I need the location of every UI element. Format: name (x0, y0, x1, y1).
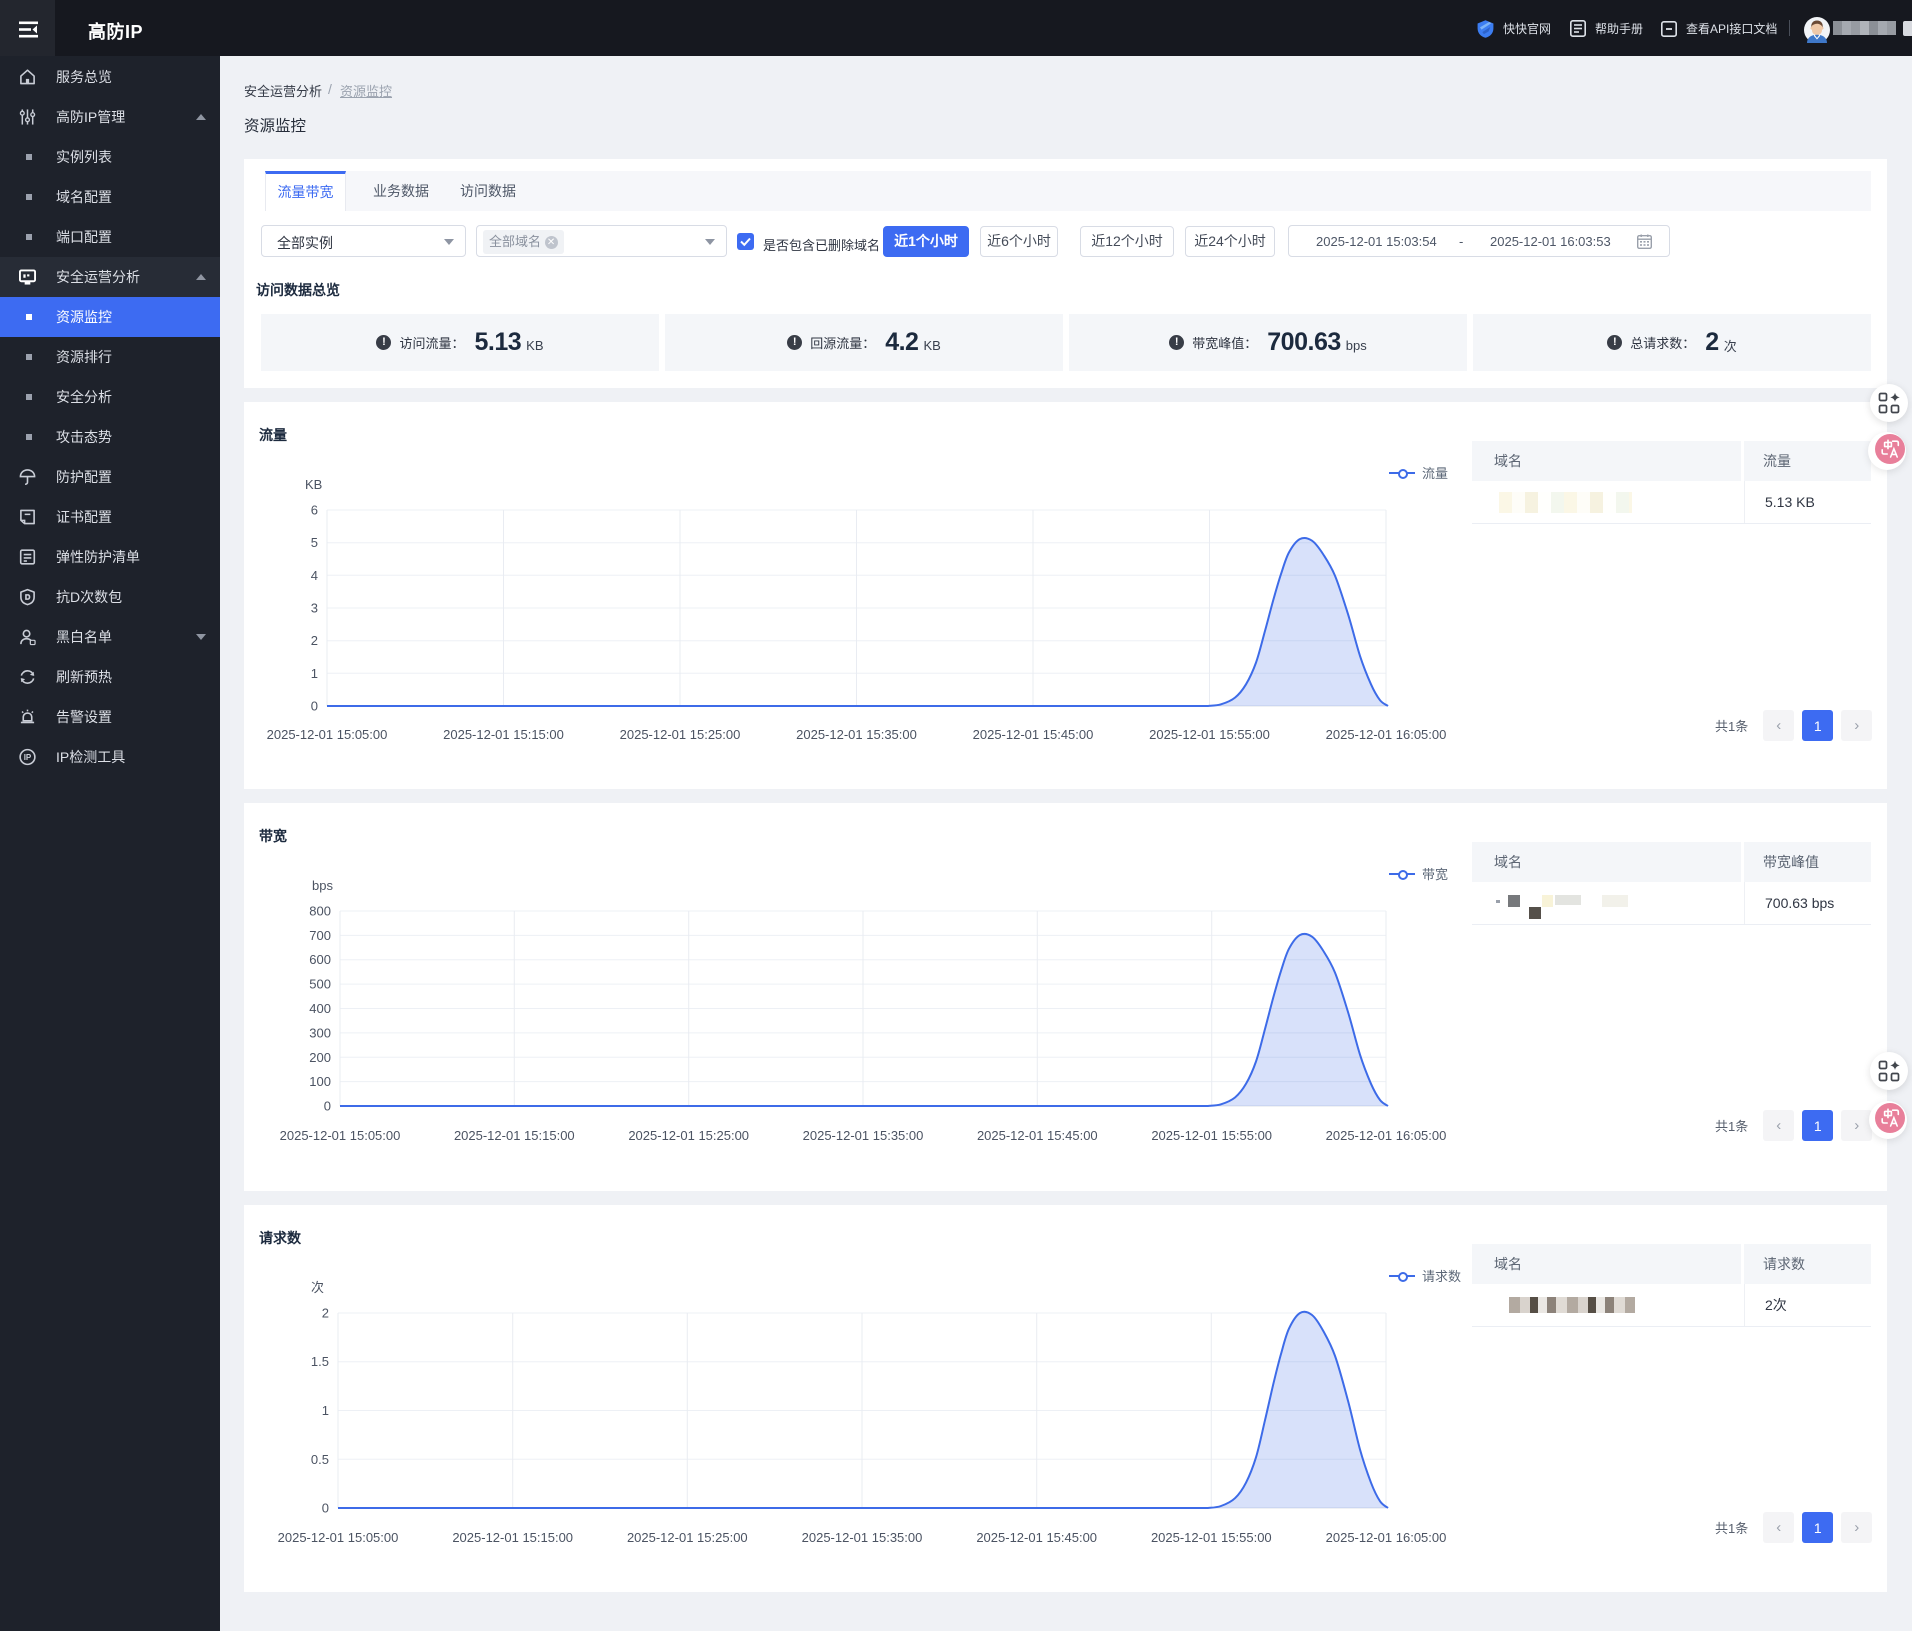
svg-text:2025-12-01 15:15:00: 2025-12-01 15:15:00 (443, 727, 564, 742)
svg-text:800: 800 (309, 904, 331, 919)
svg-text:0: 0 (324, 1099, 331, 1114)
svg-text:100: 100 (309, 1074, 331, 1089)
svg-text:500: 500 (309, 977, 331, 992)
svg-text:2025-12-01 15:35:00: 2025-12-01 15:35:00 (802, 1530, 923, 1545)
svg-text:2025-12-01 15:55:00: 2025-12-01 15:55:00 (1149, 727, 1270, 742)
svg-text:600: 600 (309, 952, 331, 967)
svg-text:2025-12-01 16:05:00: 2025-12-01 16:05:00 (1326, 727, 1447, 742)
svg-text:0: 0 (322, 1501, 329, 1516)
svg-text:2025-12-01 15:45:00: 2025-12-01 15:45:00 (977, 1128, 1098, 1143)
svg-text:2025-12-01 15:35:00: 2025-12-01 15:35:00 (803, 1128, 924, 1143)
svg-text:2025-12-01 15:45:00: 2025-12-01 15:45:00 (976, 1530, 1097, 1545)
svg-text:400: 400 (309, 1001, 331, 1016)
svg-text:2025-12-01 15:55:00: 2025-12-01 15:55:00 (1151, 1128, 1272, 1143)
svg-text:3: 3 (311, 601, 318, 616)
svg-text:KB: KB (305, 477, 322, 492)
svg-text:2025-12-01 15:05:00: 2025-12-01 15:05:00 (267, 727, 388, 742)
svg-text:300: 300 (309, 1025, 331, 1040)
svg-text:1: 1 (311, 666, 318, 681)
svg-text:2025-12-01 15:25:00: 2025-12-01 15:25:00 (627, 1530, 748, 1545)
svg-text:0: 0 (311, 699, 318, 714)
svg-text:2025-12-01 16:05:00: 2025-12-01 16:05:00 (1326, 1128, 1447, 1143)
svg-text:2025-12-01 15:15:00: 2025-12-01 15:15:00 (454, 1128, 575, 1143)
svg-text:4: 4 (311, 568, 318, 583)
svg-text:200: 200 (309, 1050, 331, 1065)
svg-text:2: 2 (322, 1306, 329, 1321)
svg-text:2025-12-01 15:35:00: 2025-12-01 15:35:00 (796, 727, 917, 742)
svg-text:6: 6 (311, 503, 318, 518)
svg-text:700: 700 (309, 928, 331, 943)
svg-text:bps: bps (312, 878, 333, 893)
svg-text:2025-12-01 15:45:00: 2025-12-01 15:45:00 (973, 727, 1094, 742)
svg-text:2025-12-01 15:25:00: 2025-12-01 15:25:00 (628, 1128, 749, 1143)
svg-text:1.5: 1.5 (311, 1354, 329, 1369)
svg-text:2025-12-01 15:25:00: 2025-12-01 15:25:00 (620, 727, 741, 742)
svg-text:次: 次 (311, 1280, 324, 1295)
svg-text:2025-12-01 16:05:00: 2025-12-01 16:05:00 (1326, 1530, 1447, 1545)
svg-text:2025-12-01 15:05:00: 2025-12-01 15:05:00 (278, 1530, 399, 1545)
svg-text:IP: IP (24, 753, 32, 762)
svg-text:5: 5 (311, 535, 318, 550)
svg-text:2025-12-01 15:55:00: 2025-12-01 15:55:00 (1151, 1530, 1272, 1545)
svg-text:2025-12-01 15:15:00: 2025-12-01 15:15:00 (452, 1530, 573, 1545)
svg-text:2: 2 (311, 633, 318, 648)
svg-text:0.5: 0.5 (311, 1452, 329, 1467)
svg-text:2025-12-01 15:05:00: 2025-12-01 15:05:00 (280, 1128, 401, 1143)
svg-text:1: 1 (322, 1403, 329, 1418)
